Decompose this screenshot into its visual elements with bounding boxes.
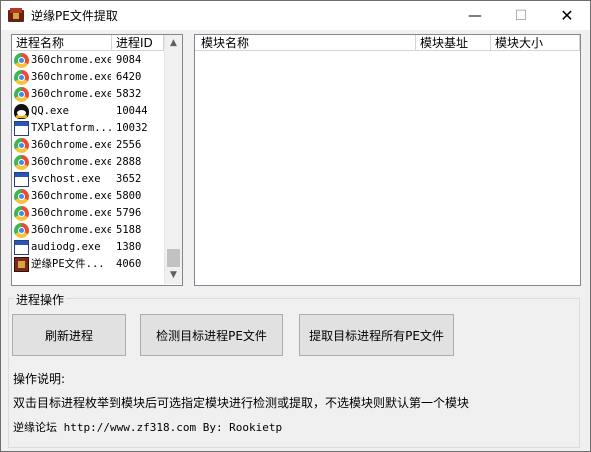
chrome-icon — [14, 70, 29, 85]
scroll-thumb[interactable] — [167, 249, 180, 267]
process-row[interactable]: 360chrome.exe 5832 — [12, 86, 164, 103]
chrome-icon — [14, 138, 29, 153]
scroll-down-arrow-icon[interactable]: ▼ — [165, 267, 182, 284]
app-book-icon — [14, 257, 29, 272]
process-row[interactable]: TXPlatform... 10032 — [12, 120, 164, 137]
process-rows: 360chrome.exe 9084 360chrome.exe 6420 360chr… — [12, 52, 164, 273]
column-header-module-base[interactable]: 模块基址 — [416, 35, 491, 51]
process-name: 360chrome.exe — [31, 71, 111, 83]
chrome-icon — [14, 206, 29, 221]
main-window: 逆缘PE文件提取 — ☐ ✕ 进程名称 进程ID 360chrome.exe 90… — [0, 0, 591, 452]
refresh-processes-button[interactable]: 刷新进程 — [12, 314, 126, 356]
column-header-process-name[interactable]: 进程名称 — [12, 35, 112, 51]
module-list[interactable]: 模块名称 模块基址 模块大小 — [194, 34, 581, 286]
process-id: 4060 — [116, 258, 142, 270]
process-name: audiodg.exe — [31, 241, 101, 253]
process-id: 9084 — [116, 54, 142, 66]
window-icon — [14, 240, 29, 255]
window-icon — [14, 121, 29, 136]
process-id: 5800 — [116, 190, 142, 202]
qq-icon — [14, 104, 29, 119]
process-id: 10044 — [116, 105, 148, 117]
process-name: 360chrome.exe — [31, 54, 111, 66]
process-row[interactable]: audiodg.exe 1380 — [12, 239, 164, 256]
process-name: 360chrome.exe — [31, 156, 111, 168]
group-label: 进程操作 — [14, 291, 67, 308]
chrome-icon — [14, 53, 29, 68]
process-row[interactable]: 360chrome.exe 5796 — [12, 205, 164, 222]
extract-pe-button[interactable]: 提取目标进程所有PE文件 — [299, 314, 454, 356]
process-row[interactable]: 360chrome.exe 5800 — [12, 188, 164, 205]
title-bar[interactable]: 逆缘PE文件提取 — ☐ ✕ — [1, 1, 590, 30]
process-row[interactable]: 逆缘PE文件... 4060 — [12, 256, 164, 273]
process-row[interactable]: 360chrome.exe 2556 — [12, 137, 164, 154]
process-row[interactable]: 360chrome.exe 2888 — [12, 154, 164, 171]
process-name: QQ.exe — [31, 105, 69, 117]
minimize-button[interactable]: — — [452, 1, 498, 30]
maximize-button[interactable]: ☐ — [498, 1, 544, 30]
process-row[interactable]: svchost.exe 3652 — [12, 171, 164, 188]
process-id: 6420 — [116, 71, 142, 83]
process-id: 3652 — [116, 173, 142, 185]
scroll-up-arrow-icon[interactable]: ▲ — [165, 35, 182, 52]
chrome-icon — [14, 155, 29, 170]
chrome-icon — [14, 189, 29, 204]
process-name: TXPlatform... — [31, 122, 111, 134]
process-name: svchost.exe — [31, 173, 101, 185]
process-id: 5796 — [116, 207, 142, 219]
column-header-module-name[interactable]: 模块名称 — [195, 35, 416, 51]
process-row[interactable]: QQ.exe 10044 — [12, 103, 164, 120]
process-row[interactable]: 360chrome.exe 9084 — [12, 52, 164, 69]
process-id: 5832 — [116, 88, 142, 100]
credit-text: 逆缘论坛 http://www.zf318.com By: Rookietp — [13, 421, 283, 434]
process-id: 2556 — [116, 139, 142, 151]
process-id: 2888 — [116, 156, 142, 168]
chrome-icon — [14, 223, 29, 238]
process-row[interactable]: 360chrome.exe 5188 — [12, 222, 164, 239]
process-row[interactable]: 360chrome.exe 6420 — [12, 69, 164, 86]
close-button[interactable]: ✕ — [544, 1, 590, 30]
process-name: 360chrome.exe — [31, 88, 111, 100]
chrome-icon — [14, 87, 29, 102]
app-book-icon — [8, 8, 24, 22]
process-id: 10032 — [116, 122, 148, 134]
detect-pe-button[interactable]: 检测目标进程PE文件 — [140, 314, 283, 356]
process-id: 5188 — [116, 224, 142, 236]
process-list-scrollbar[interactable]: ▲ ▼ — [164, 35, 182, 284]
process-name: 360chrome.exe — [31, 190, 111, 202]
process-list[interactable]: 进程名称 进程ID 360chrome.exe 9084 360chrome.exe… — [11, 34, 183, 286]
process-id: 1380 — [116, 241, 142, 253]
process-name: 360chrome.exe — [31, 139, 111, 151]
column-header-module-size[interactable]: 模块大小 — [491, 35, 580, 51]
process-name: 360chrome.exe — [31, 207, 111, 219]
process-name: 360chrome.exe — [31, 224, 111, 236]
instructions-title: 操作说明: — [13, 372, 66, 386]
window-icon — [14, 172, 29, 187]
process-name: 逆缘PE文件... — [31, 258, 105, 270]
column-header-process-id[interactable]: 进程ID — [112, 35, 164, 51]
instructions-text: 双击目标进程枚举到模块后可选指定模块进行检测或提取，不选模块则默认第一个模块 — [13, 396, 470, 410]
window-title: 逆缘PE文件提取 — [31, 9, 118, 23]
